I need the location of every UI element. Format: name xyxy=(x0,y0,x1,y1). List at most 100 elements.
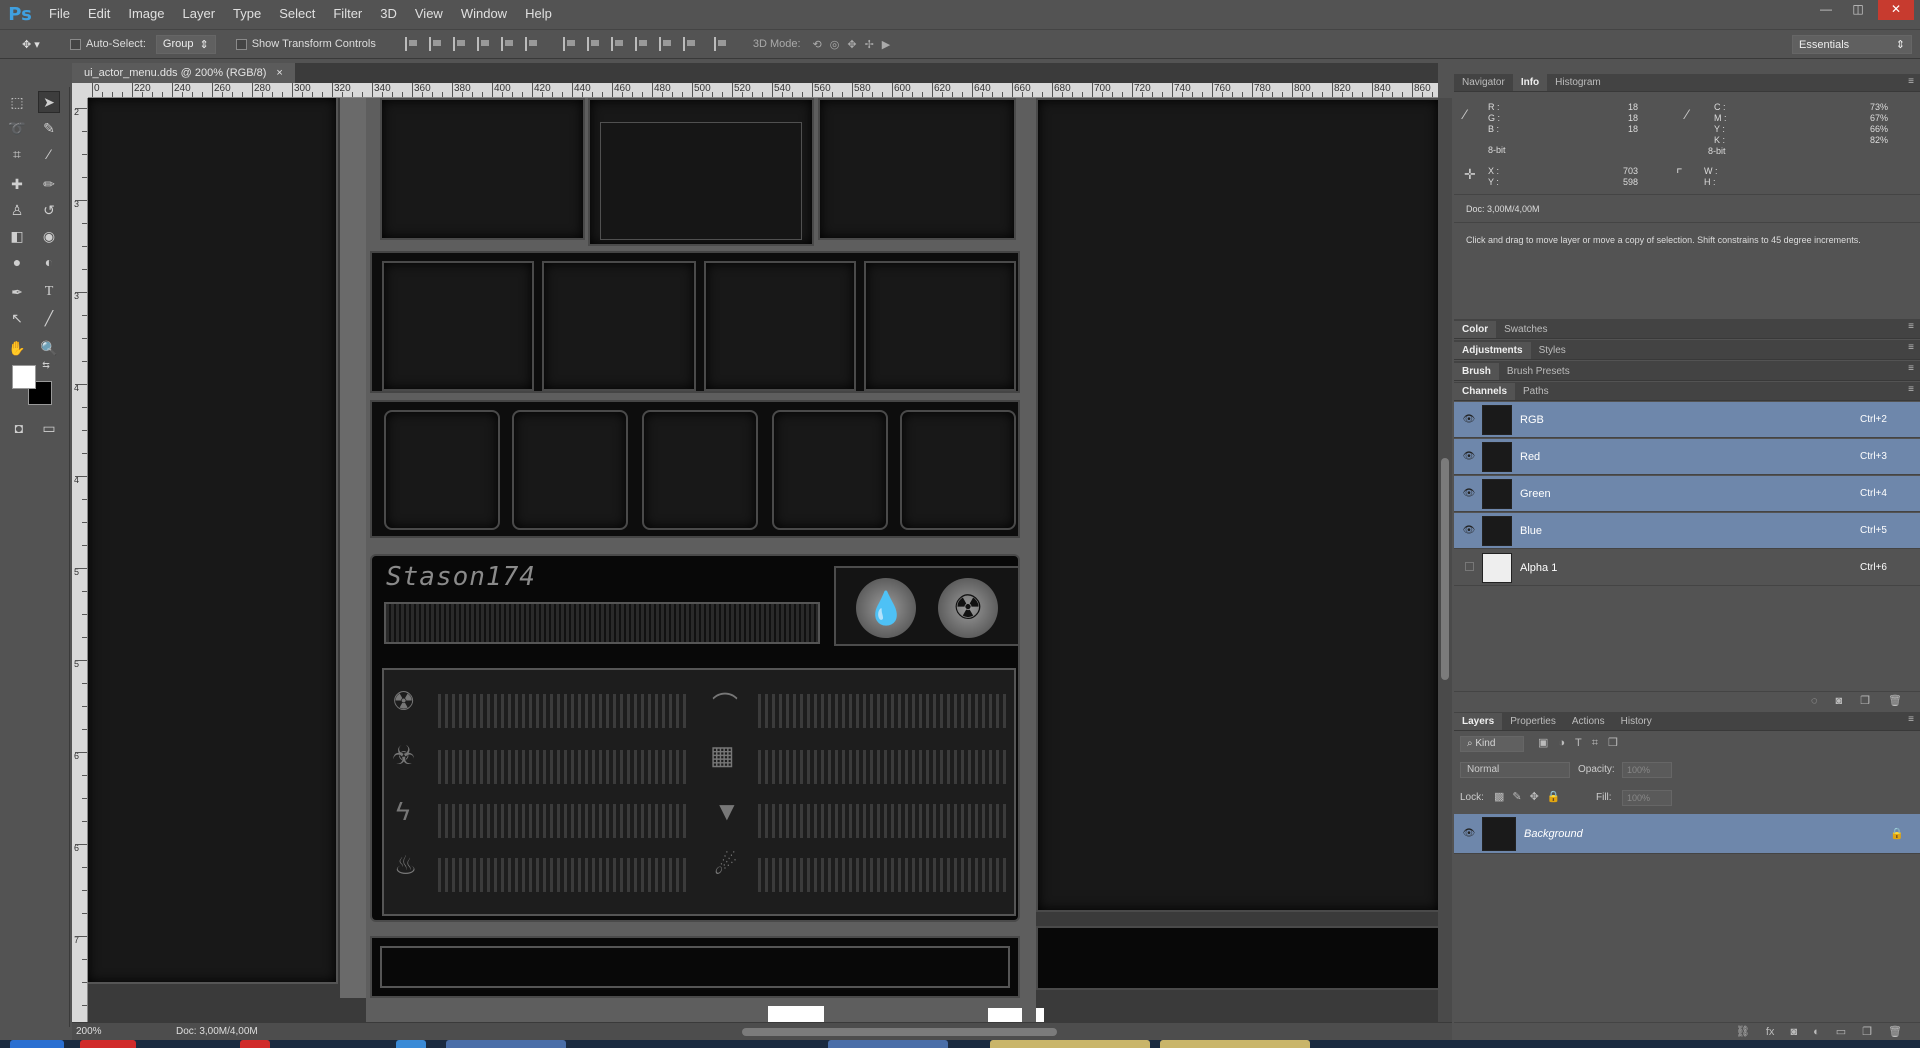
visibility-eye-icon[interactable]: 👁 xyxy=(1460,488,1478,499)
stamp-tool-icon[interactable]: ♙ xyxy=(6,199,28,221)
menu-window[interactable]: Window xyxy=(452,0,516,28)
menu-type[interactable]: Type xyxy=(224,0,270,28)
auto-select-checkbox[interactable]: Auto-Select: xyxy=(70,38,146,50)
fill-input[interactable]: 100% xyxy=(1622,790,1672,806)
3d-mode-icons[interactable]: ⟲◎✥✢▶ xyxy=(813,38,899,51)
tab-histogram[interactable]: Histogram xyxy=(1547,74,1609,91)
pen-tool-icon[interactable]: ✒ xyxy=(6,281,28,303)
vertical-ruler[interactable]: 2 3 3 4 4 5 5 6 6 7 xyxy=(72,98,88,1022)
hand-tool-icon[interactable]: ✋ xyxy=(6,337,28,359)
foreground-color-swatch[interactable] xyxy=(12,365,36,389)
tab-brush[interactable]: Brush xyxy=(1454,363,1499,380)
swap-colors-icon[interactable]: ⇆ xyxy=(40,359,52,371)
dodge-tool-icon[interactable]: ◐ xyxy=(38,251,60,273)
layer-row-background[interactable]: 👁 Background 🔒 xyxy=(1454,814,1920,854)
zoom-level[interactable]: 200% xyxy=(76,1026,136,1037)
menu-3d[interactable]: 3D xyxy=(371,0,406,28)
taskbar-app[interactable] xyxy=(990,1040,1150,1048)
vertical-scrollbar[interactable] xyxy=(1438,98,1452,1022)
fx-icon[interactable]: fx xyxy=(1766,1026,1775,1038)
layer-filter-icons[interactable]: ▣◑T⌗❒ xyxy=(1538,736,1628,750)
channel-row-red[interactable]: 👁 Red Ctrl+3 xyxy=(1454,439,1920,475)
load-selection-icon[interactable]: ◌ xyxy=(1811,695,1818,707)
distribute-top-icon[interactable] xyxy=(562,37,577,51)
horizontal-ruler[interactable]: 0 220 240 260 280 300 320 340 360 380 400 420 440 460… xyxy=(88,83,1438,98)
taskbar-app[interactable] xyxy=(1160,1040,1310,1048)
new-group-icon[interactable]: ▭ xyxy=(1836,1025,1846,1038)
horizontal-scroll-thumb[interactable] xyxy=(742,1028,1057,1036)
minimize-button[interactable]: — xyxy=(1814,0,1838,20)
workspace-dropdown[interactable]: Essentials ⇕ xyxy=(1792,35,1912,54)
distribute-right-icon[interactable] xyxy=(682,37,697,51)
add-mask-icon[interactable]: ◙ xyxy=(1790,1026,1797,1038)
eyedropper-tool-icon[interactable]: ⁄ xyxy=(38,143,60,165)
tab-channels[interactable]: Channels xyxy=(1454,383,1516,400)
channel-row-blue[interactable]: 👁 Blue Ctrl+5 xyxy=(1454,513,1920,549)
tab-paths[interactable]: Paths xyxy=(1515,383,1557,400)
type-tool-icon[interactable]: T xyxy=(38,281,60,303)
restore-button[interactable]: ◫ xyxy=(1846,0,1870,20)
distribute-hcenter-icon[interactable] xyxy=(658,37,673,51)
vertical-scroll-thumb[interactable] xyxy=(1441,458,1449,680)
tab-layers[interactable]: Layers xyxy=(1454,713,1503,730)
move-tool-active-icon[interactable]: ➤ xyxy=(38,91,60,113)
panel-menu-icon[interactable]: ≡ xyxy=(1908,714,1914,725)
start-button[interactable] xyxy=(10,1040,64,1048)
move-tool-icon[interactable]: ✥ ▾ xyxy=(22,38,62,51)
taskbar-app[interactable] xyxy=(396,1040,426,1048)
show-transform-check[interactable] xyxy=(235,38,247,50)
quick-select-tool-icon[interactable]: ✎ xyxy=(38,117,60,139)
tab-navigator[interactable]: Navigator xyxy=(1454,74,1513,91)
taskbar-app[interactable] xyxy=(446,1040,566,1048)
tab-styles[interactable]: Styles xyxy=(1531,342,1574,359)
menu-filter[interactable]: Filter xyxy=(324,0,371,28)
doc-size[interactable]: Doc: 3,00M/4,00M xyxy=(176,1026,258,1037)
taskbar-app[interactable] xyxy=(80,1040,136,1048)
healing-tool-icon[interactable]: ✚ xyxy=(6,173,28,195)
panel-menu-icon[interactable]: ≡ xyxy=(1908,76,1914,87)
opacity-input[interactable]: 100% xyxy=(1622,762,1672,778)
history-brush-icon[interactable]: ↺ xyxy=(38,199,60,221)
tab-properties[interactable]: Properties xyxy=(1502,713,1564,730)
document-tab[interactable]: ui_actor_menu.dds @ 200% (RGB/8) × xyxy=(72,63,295,83)
new-layer-icon[interactable]: ❐ xyxy=(1862,1025,1872,1038)
delete-channel-icon[interactable]: 🗑 xyxy=(1888,694,1902,707)
panel-menu-icon[interactable]: ≡ xyxy=(1908,384,1914,395)
save-selection-icon[interactable]: ◙ xyxy=(1836,695,1843,707)
panel-menu-icon[interactable]: ≡ xyxy=(1908,342,1914,353)
show-transform-checkbox[interactable]: Show Transform Controls xyxy=(235,38,376,50)
align-right-icon[interactable] xyxy=(524,37,539,51)
menu-view[interactable]: View xyxy=(406,0,452,28)
bucket-tool-icon[interactable]: ◉ xyxy=(38,225,60,247)
channel-row-alpha[interactable]: Alpha 1 Ctrl+6 xyxy=(1454,550,1920,586)
distribute-left-icon[interactable] xyxy=(634,37,649,51)
visibility-eye-icon[interactable]: 👁 xyxy=(1460,525,1478,536)
close-tab-icon[interactable]: × xyxy=(276,63,282,83)
auto-select-check[interactable] xyxy=(70,38,81,50)
lasso-tool-icon[interactable]: ➰ xyxy=(6,117,28,139)
align-vcenter-icon[interactable] xyxy=(428,37,443,51)
tab-adjustments[interactable]: Adjustments xyxy=(1454,342,1531,359)
taskbar-app[interactable] xyxy=(240,1040,270,1048)
channel-row-green[interactable]: 👁 Green Ctrl+4 xyxy=(1454,476,1920,512)
menu-image[interactable]: Image xyxy=(119,0,173,28)
new-channel-icon[interactable]: ❐ xyxy=(1860,694,1870,707)
delete-layer-icon[interactable]: 🗑 xyxy=(1888,1025,1902,1038)
screen-mode-icon[interactable]: ▭ xyxy=(38,417,60,439)
adjustment-layer-icon[interactable]: ◐ xyxy=(1813,1026,1820,1038)
visibility-eye-icon[interactable]: 👁 xyxy=(1460,414,1478,425)
marquee-tool-icon[interactable]: ⬚ xyxy=(6,91,28,113)
link-layers-icon[interactable]: ⛓ xyxy=(1736,1025,1750,1038)
tab-brush-presets[interactable]: Brush Presets xyxy=(1499,363,1578,380)
channel-row-rgb[interactable]: 👁 RGB Ctrl+2 xyxy=(1454,402,1920,438)
brush-tool-icon[interactable]: ✏ xyxy=(38,173,60,195)
crop-tool-icon[interactable]: ⌗ xyxy=(6,143,28,165)
close-window-button[interactable]: ✕ xyxy=(1878,0,1914,20)
auto-select-dropdown[interactable]: Group ⇕ xyxy=(155,34,216,54)
visibility-eye-icon[interactable]: 👁 xyxy=(1460,828,1478,839)
align-bottom-icon[interactable] xyxy=(452,37,467,51)
kind-filter-dropdown[interactable]: ⌕ Kind xyxy=(1460,736,1524,752)
line-tool-icon[interactable]: ╱ xyxy=(38,307,60,329)
menu-edit[interactable]: Edit xyxy=(79,0,119,28)
tab-info[interactable]: Info xyxy=(1512,74,1548,91)
